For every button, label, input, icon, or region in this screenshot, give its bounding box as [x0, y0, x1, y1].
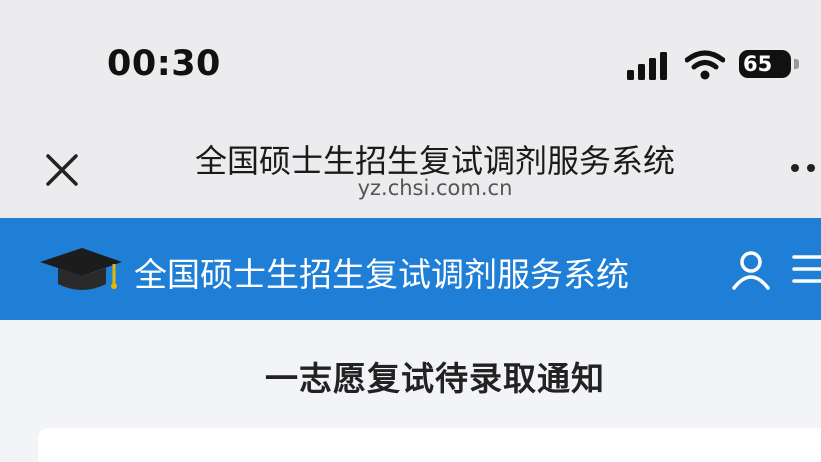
menu-icon[interactable] [790, 252, 821, 286]
status-bar: 00:30 65 [0, 0, 821, 118]
browser-toolbar: 全国硕士生招生复试调剂服务系统 yz.chsi.com.cn [0, 118, 821, 218]
notice-card [38, 428, 821, 462]
site-title[interactable]: 全国硕士生招生复试调剂服务系统 [134, 248, 629, 296]
wifi-icon [685, 50, 725, 80]
page-heading: 一志愿复试待录取通知 [265, 359, 605, 398]
battery-icon: 65 [739, 50, 801, 80]
user-icon[interactable] [730, 248, 772, 290]
graduation-cap-logo-icon[interactable] [38, 244, 124, 296]
signal-icon [627, 52, 667, 80]
site-header: 全国硕士生招生复试调剂服务系统 [0, 218, 821, 320]
status-time: 00:30 [107, 44, 221, 84]
close-icon[interactable] [40, 148, 84, 192]
browser-page-url: yz.chsi.com.cn [357, 176, 513, 200]
battery-level: 65 [743, 52, 773, 76]
more-icon[interactable] [785, 158, 821, 178]
